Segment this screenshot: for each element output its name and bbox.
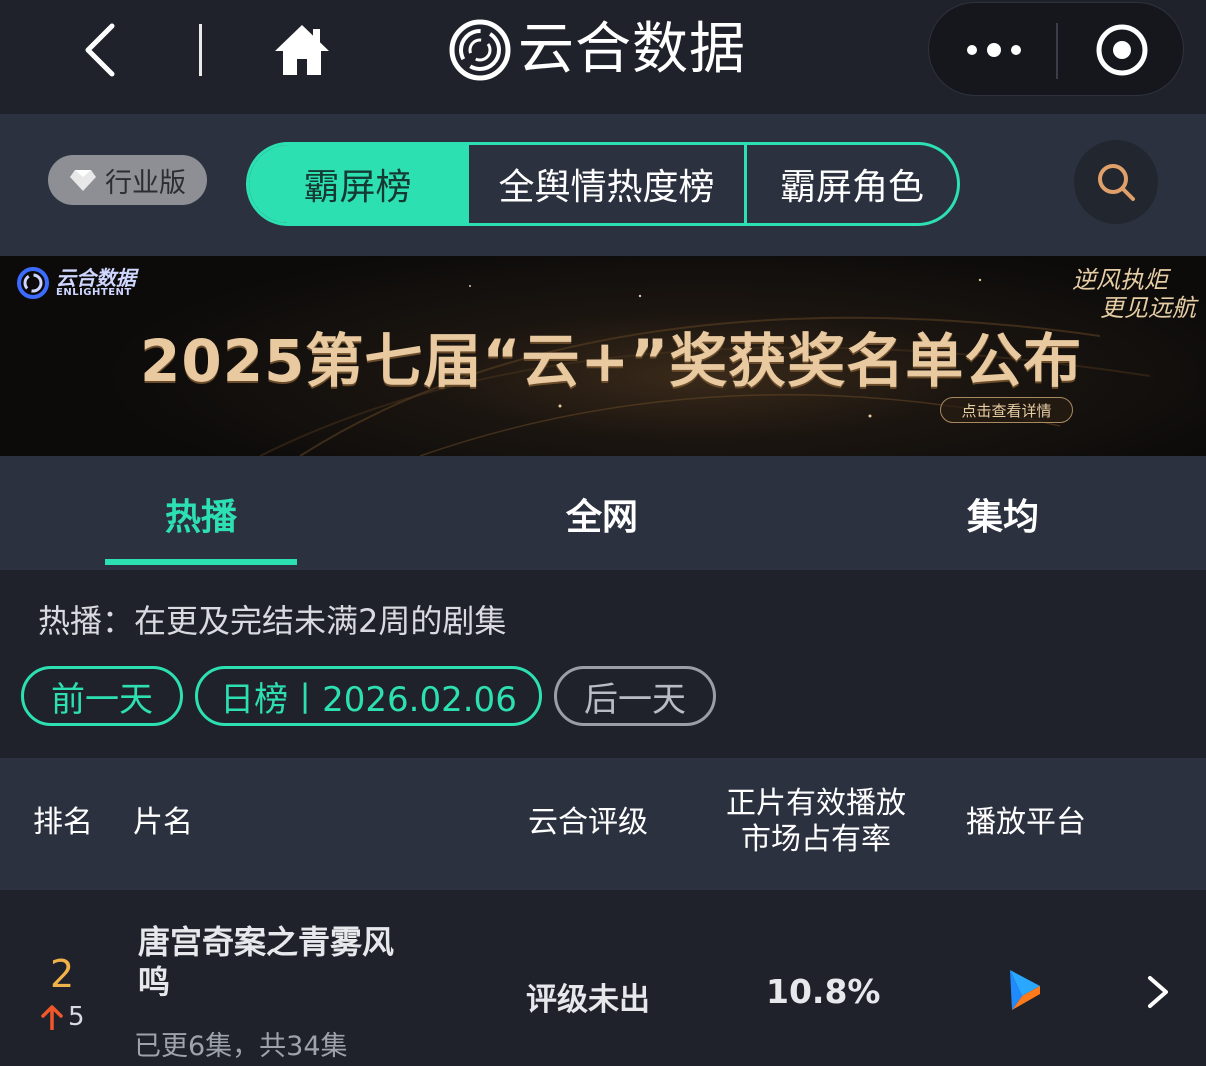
chart-description: 热播：在更及完结未满2周的剧集 xyxy=(38,602,507,640)
ranking-tabs: 霸屏榜 全舆情热度榜 霸屏角色 xyxy=(246,142,960,226)
edition-badge[interactable]: 行业版 xyxy=(48,155,207,205)
promo-banner[interactable]: 云合数据 ENLIGHTENT 2025第七届“云+”奖获奖名单公布 逆风执炬 … xyxy=(0,256,1206,456)
tab-characters[interactable]: 霸屏角色 xyxy=(744,145,957,223)
enlightent-logo-icon xyxy=(17,267,49,299)
banner-slogan: 逆风执炬 更见远航 xyxy=(1072,266,1196,322)
target-circle-icon[interactable] xyxy=(1095,23,1149,77)
chevron-right-icon[interactable] xyxy=(1140,972,1176,1012)
chart-subtabs: 热播 全网 集均 xyxy=(0,456,1206,570)
subtab-hot[interactable]: 热播 xyxy=(165,488,237,540)
search-button[interactable] xyxy=(1074,140,1158,224)
market-share-value: 10.8% xyxy=(766,972,881,1011)
edition-label: 行业版 xyxy=(105,167,186,199)
banner-title: 2025第七届“云+”奖获奖名单公布 xyxy=(140,327,1083,395)
app-title: 云合数据 xyxy=(518,17,746,82)
rating-value: 评级未出 xyxy=(526,982,650,1018)
tab-public-opinion[interactable]: 全舆情热度榜 xyxy=(466,145,744,223)
header-rank: 排名 xyxy=(33,805,93,840)
home-icon xyxy=(275,25,329,75)
table-header: 排名 片名 云合评级 正片有效播放 市场占有率 播放平台 xyxy=(0,758,1206,890)
banner-logo: 云合数据 ENLIGHTENT xyxy=(16,266,136,300)
app-logo-icon xyxy=(449,19,511,81)
header-market-share: 正片有效播放 市场占有率 xyxy=(726,786,906,858)
banner-slogan-line2: 更见远航 xyxy=(1100,294,1196,322)
rank-value: 2 xyxy=(50,952,75,996)
info-area: 热播：在更及完结未满2周的剧集 前一天 日榜丨2026.02.06 后一天 xyxy=(0,570,1206,758)
search-icon xyxy=(1098,164,1135,201)
subtab-all-network[interactable]: 全网 xyxy=(566,488,638,540)
chevron-left-icon xyxy=(85,23,115,77)
next-day-button[interactable]: 后一天 xyxy=(554,666,716,726)
header-platform: 播放平台 xyxy=(966,805,1086,840)
nav-divider xyxy=(199,24,202,76)
top-nav-bar: 云合数据 xyxy=(0,0,1206,114)
more-button[interactable] xyxy=(959,25,1029,75)
more-dots-icon xyxy=(967,43,1021,57)
diamond-icon xyxy=(70,170,96,191)
capsule-divider xyxy=(1056,23,1058,79)
youku-play-icon xyxy=(1010,970,1040,1010)
arrow-up-icon xyxy=(41,1005,63,1030)
mini-program-capsule xyxy=(928,2,1184,96)
banner-logo-en: ENLIGHTENT xyxy=(56,287,132,298)
banner-cta-button[interactable]: 点击查看详情 xyxy=(940,397,1073,423)
rank-change-value: 5 xyxy=(68,1002,85,1032)
ranking-type-bar: 行业版 霸屏榜 全舆情热度榜 霸屏角色 xyxy=(0,114,1206,256)
drama-title[interactable]: 唐宫奇案之青雾风鸣 xyxy=(138,922,398,1002)
subtab-episode-avg[interactable]: 集均 xyxy=(967,488,1039,540)
header-market-share-line2: 市场占有率 xyxy=(741,822,891,857)
back-button[interactable] xyxy=(70,20,130,80)
header-title: 片名 xyxy=(133,805,193,840)
home-button[interactable] xyxy=(270,18,334,82)
rank-change: 5 xyxy=(40,1002,85,1032)
date-selector[interactable]: 日榜丨2026.02.06 xyxy=(195,666,542,726)
header-rating: 云合评级 xyxy=(528,805,648,840)
header-market-share-line1: 正片有效播放 xyxy=(726,786,906,821)
subtab-active-indicator xyxy=(105,559,297,565)
banner-logo-cn: 云合数据 xyxy=(56,266,136,290)
prev-day-button[interactable]: 前一天 xyxy=(21,666,183,726)
banner-slogan-line1: 逆风执炬 xyxy=(1072,266,1168,294)
table-row[interactable]: 2 5 唐宫奇案之青雾风鸣 已更6集，共34集 评级未出 10.8% xyxy=(0,894,1206,1066)
episode-status: 已更6集，共34集 xyxy=(134,1031,348,1062)
tab-bapingbang[interactable]: 霸屏榜 xyxy=(249,145,466,223)
